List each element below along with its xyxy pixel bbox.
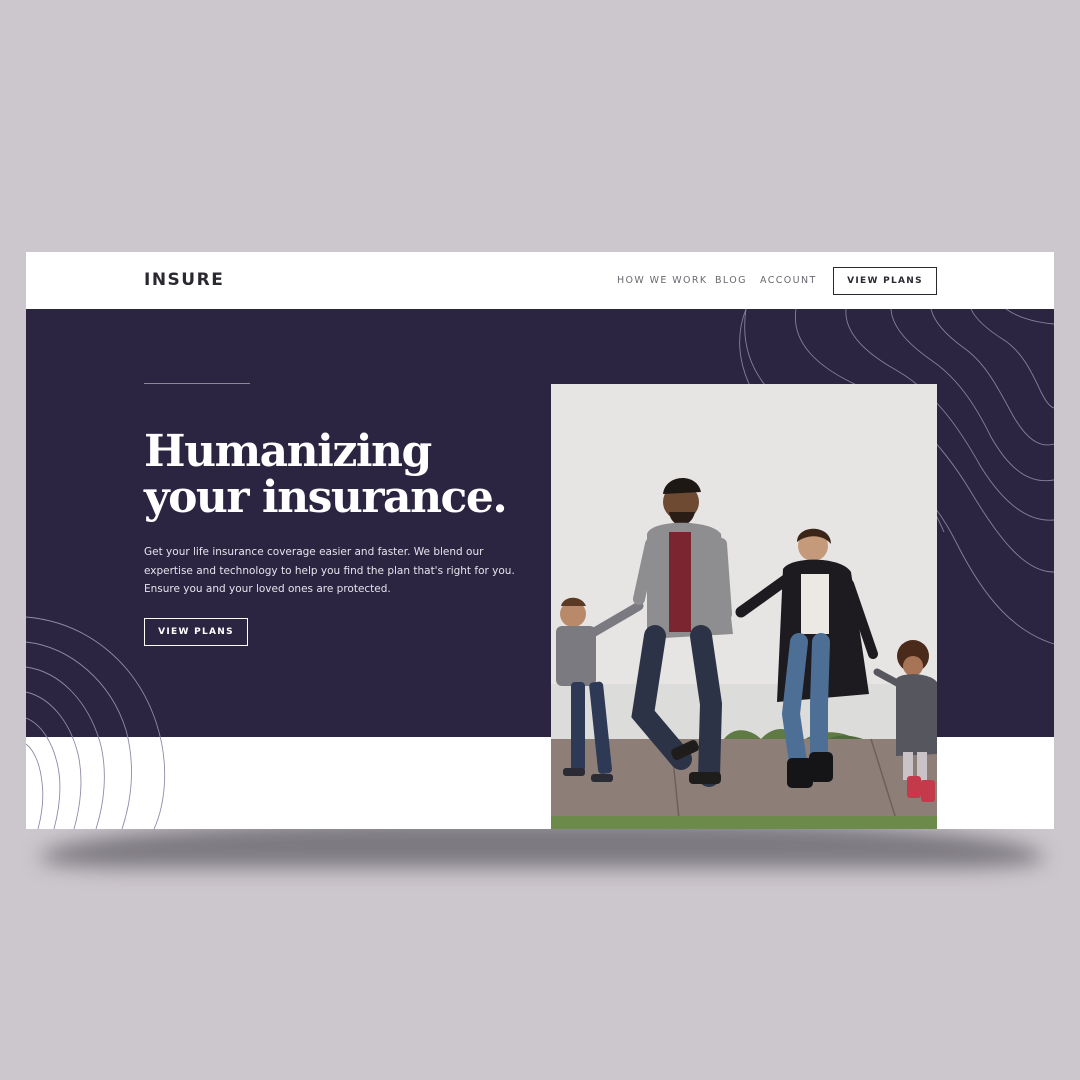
hero-view-plans-button[interactable]: VIEW PLANS: [144, 618, 248, 646]
hero-title-line-1: Humanizing: [144, 426, 432, 477]
hero-divider: [144, 383, 250, 384]
nav-link-how-we-work[interactable]: HOW WE WORK: [617, 275, 708, 286]
website-mockup: INSURE HOW WE WORK BLOG ACCOUNT VIEW PLA…: [26, 252, 1054, 829]
header-view-plans-button[interactable]: VIEW PLANS: [833, 267, 937, 295]
hero-title-line-2: your insurance.: [144, 472, 508, 523]
logo[interactable]: INSURE: [144, 270, 224, 290]
site-header: INSURE HOW WE WORK BLOG ACCOUNT VIEW PLA…: [26, 252, 1054, 309]
hero-family-photo: [551, 384, 937, 829]
nav-link-account[interactable]: ACCOUNT: [760, 275, 817, 286]
hero-title: Humanizing your insurance.: [144, 429, 544, 521]
nav-link-blog[interactable]: BLOG: [715, 275, 747, 286]
hero-description: Get your life insurance coverage easier …: [144, 546, 515, 595]
